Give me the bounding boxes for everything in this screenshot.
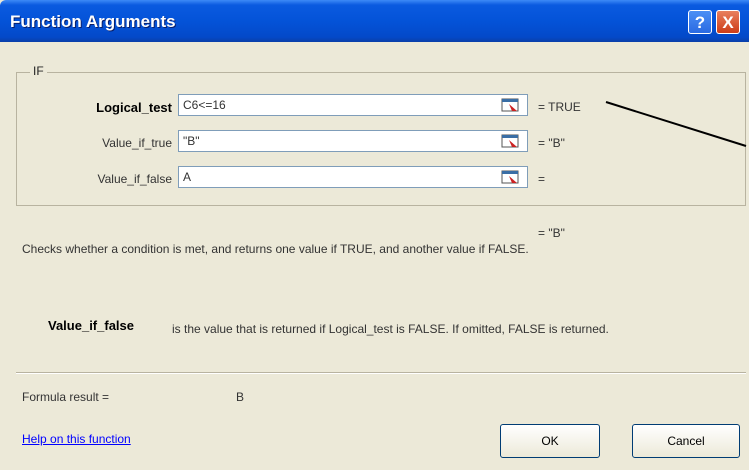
argument-help-name: Value_if_false (48, 318, 134, 333)
formula-result-label: Formula result = (22, 390, 110, 404)
ok-button[interactable]: OK (500, 424, 600, 458)
function-description: Checks whether a condition is met, and r… (22, 242, 529, 256)
separator (16, 372, 746, 374)
function-arguments-dialog: Function Arguments ? X IF Logical_test C… (0, 0, 749, 470)
formula-result-value: B (236, 390, 245, 404)
help-on-function-link[interactable]: Help on this function (22, 432, 131, 446)
cancel-button[interactable]: Cancel (632, 424, 740, 458)
argument-help-text: is the value that is returned if Logical… (172, 322, 609, 336)
callout-line (605, 101, 747, 147)
